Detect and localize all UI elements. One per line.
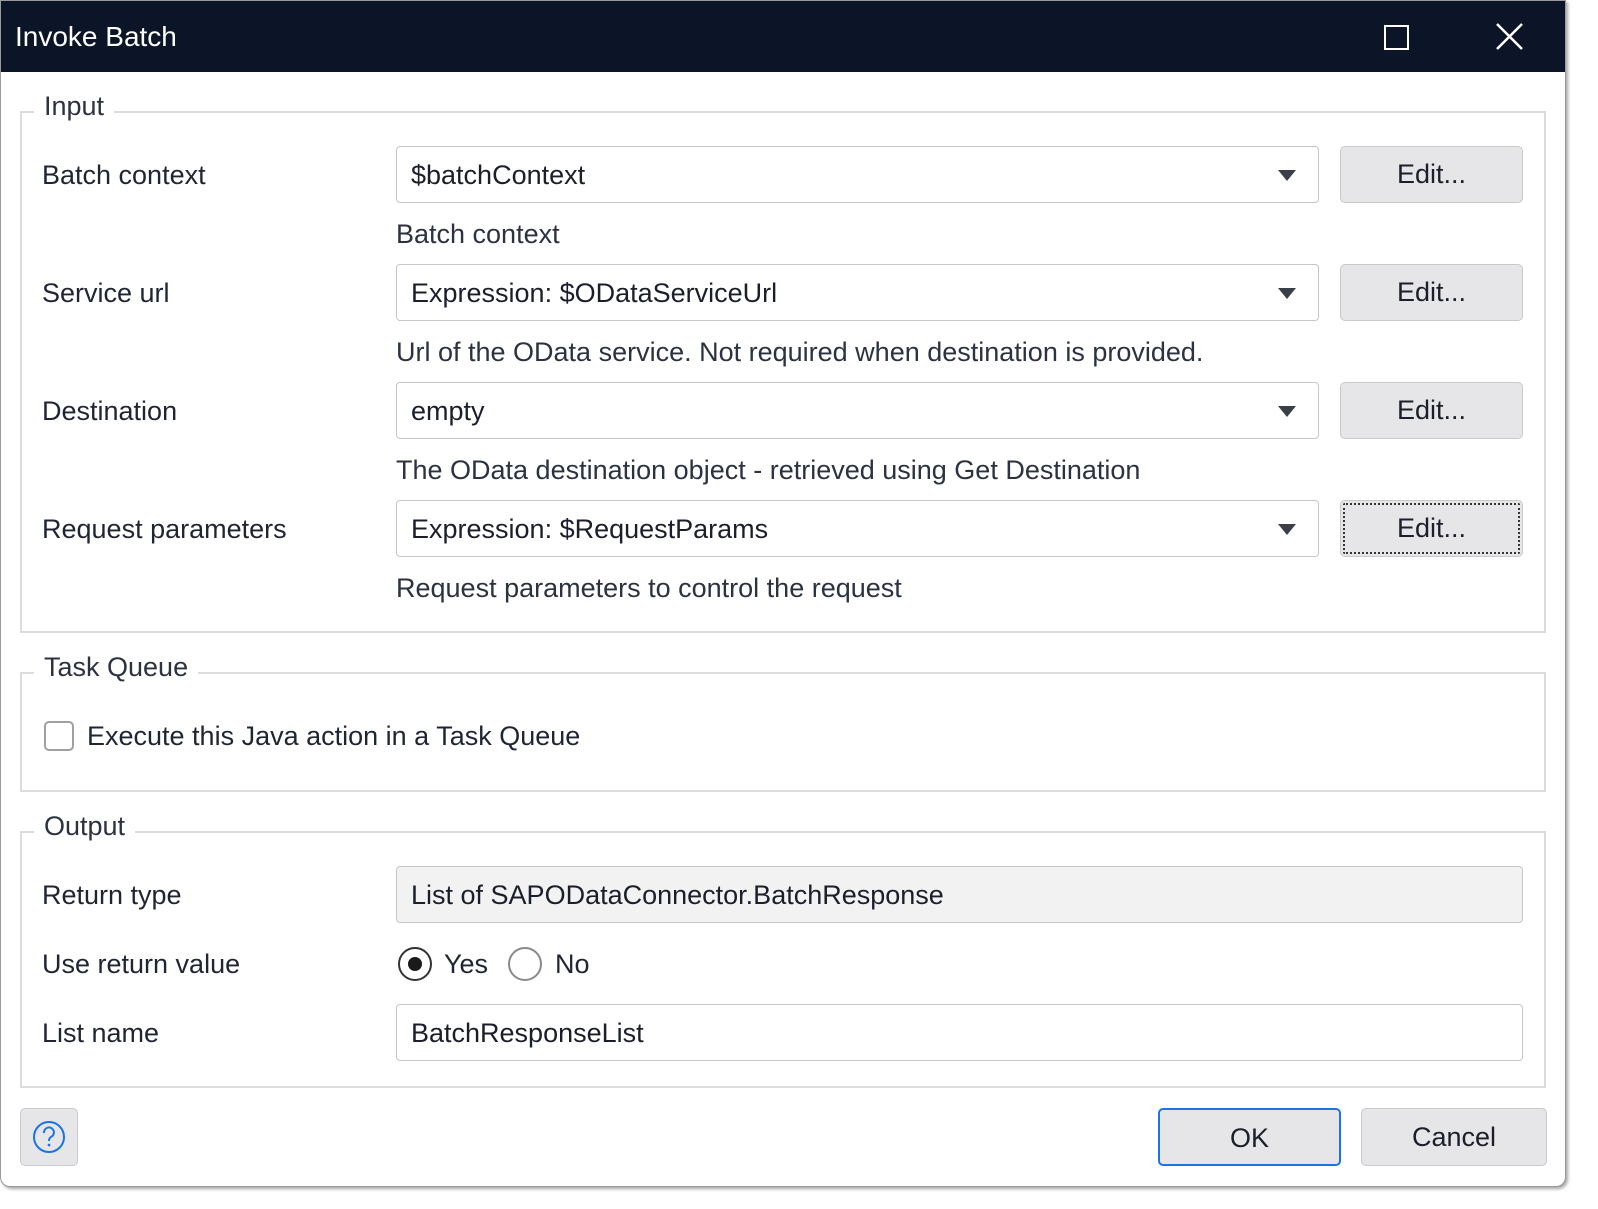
no-radio[interactable] [508,947,542,981]
yes-radio[interactable] [398,947,432,981]
service-url-hint: Url of the OData service. Not required w… [396,337,1204,367]
list-name-label: List name [42,1018,160,1048]
output-legend: Output [34,811,136,842]
help-icon [33,1121,65,1153]
close-icon [1496,23,1523,50]
service-url-dropdown[interactable]: Expression: $ODataServiceUrl [396,264,1319,321]
return-type-field: List of SAPODataConnector.BatchResponse [396,866,1523,923]
service-url-edit-button[interactable]: Edit... [1340,264,1523,321]
batch-context-label: Batch context [42,160,206,190]
yes-radio-label[interactable]: Yes [444,949,488,980]
task-queue-checkbox-label[interactable]: Execute this Java action in a Task Queue [87,721,580,752]
request-parameters-dropdown[interactable]: Expression: $RequestParams [396,500,1319,557]
destination-label: Destination [42,396,178,426]
cancel-button[interactable]: Cancel [1361,1108,1547,1166]
task-queue-legend: Task Queue [34,652,199,683]
input-legend: Input [34,91,115,122]
chevron-down-icon [1278,406,1296,417]
batch-context-edit-button[interactable]: Edit... [1340,146,1523,203]
title-bar: Invoke Batch [1,1,1565,72]
invoke-batch-dialog: Invoke Batch Input Batch context $batchC… [0,0,1566,1187]
list-name-input[interactable]: BatchResponseList [396,1004,1523,1061]
dialog-title: Invoke Batch [15,21,177,52]
use-return-value-label: Use return value [42,949,241,979]
return-type-label: Return type [42,880,182,910]
chevron-down-icon [1278,524,1296,535]
no-radio-label[interactable]: No [555,949,590,980]
help-button[interactable] [20,1108,78,1166]
chevron-down-icon [1278,170,1296,181]
maximize-icon [1384,25,1409,50]
ok-button[interactable]: OK [1158,1108,1341,1166]
request-parameters-value: Expression: $RequestParams [411,514,769,544]
task-queue-checkbox[interactable] [44,721,74,751]
close-button[interactable] [1479,11,1539,63]
service-url-value: Expression: $ODataServiceUrl [411,278,778,308]
service-url-label: Service url [42,278,170,308]
request-parameters-edit-button[interactable]: Edit... [1340,500,1523,557]
request-parameters-label: Request parameters [42,514,287,544]
batch-context-value: $batchContext [411,160,586,190]
request-parameters-hint: Request parameters to control the reques… [396,573,902,603]
maximize-button[interactable] [1367,11,1427,63]
destination-edit-button[interactable]: Edit... [1340,382,1523,439]
batch-context-hint: Batch context [396,219,560,249]
destination-dropdown[interactable]: empty [396,382,1319,439]
destination-value: empty [411,396,485,426]
batch-context-dropdown[interactable]: $batchContext [396,146,1319,203]
destination-hint: The OData destination object - retrieved… [396,455,1141,485]
chevron-down-icon [1278,288,1296,299]
